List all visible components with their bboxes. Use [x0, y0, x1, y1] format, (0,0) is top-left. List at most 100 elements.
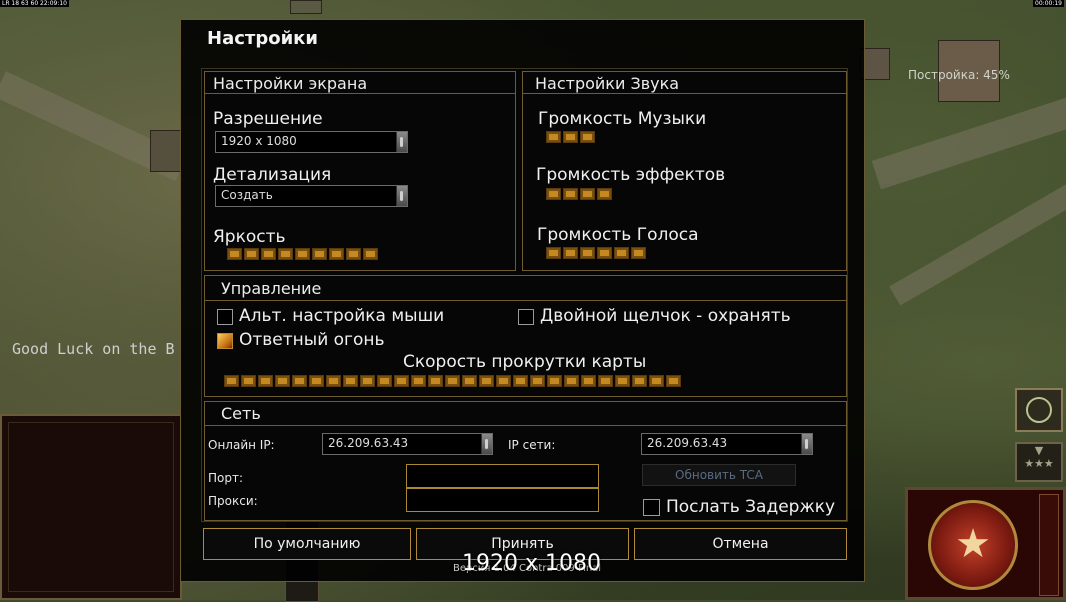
slider-segment — [326, 375, 341, 387]
lan-ip-select[interactable]: 26.209.63.43 — [641, 433, 813, 455]
slider-segment — [329, 248, 344, 260]
detail-select[interactable]: Создать — [215, 185, 408, 207]
resolution-label: Разрешение — [213, 109, 323, 129]
slider-segment — [598, 375, 613, 387]
slider-segment — [278, 248, 293, 260]
voice-volume-slider[interactable] — [546, 247, 646, 259]
slider-segment — [614, 247, 629, 259]
online-ip-label: Онлайн IP: — [208, 438, 275, 452]
slider-segment — [343, 375, 358, 387]
scroll-arrow-icon[interactable] — [396, 132, 407, 152]
slider-segment — [597, 188, 612, 200]
send-delay-label: Послать Задержку — [666, 497, 836, 517]
dialog-title: Настройки — [207, 28, 319, 49]
panel-title: Настройки Звука — [535, 74, 680, 93]
slider-segment — [295, 248, 310, 260]
slider-segment — [261, 248, 276, 260]
slider-segment — [632, 375, 647, 387]
chat-message: Good Luck on the B — [12, 340, 175, 358]
slider-segment — [462, 375, 477, 387]
compass-icon — [1026, 397, 1052, 423]
slider-segment — [530, 375, 545, 387]
rank-button[interactable]: ▼ ★★★ — [1015, 442, 1063, 482]
vehicle — [290, 0, 322, 14]
panel-title: Настройки экрана — [213, 74, 368, 93]
scroll-arrow-icon[interactable] — [481, 434, 492, 454]
slider-segment — [445, 375, 460, 387]
proxy-field[interactable] — [406, 488, 599, 512]
slider-segment — [275, 375, 290, 387]
slider-segment — [360, 375, 375, 387]
scroll-arrow-icon[interactable] — [801, 434, 812, 454]
music-volume-label: Громкость Музыки — [538, 109, 707, 129]
lan-ip-value: 26.209.63.43 — [647, 436, 728, 450]
slider-segment — [546, 188, 561, 200]
resolution-value: 1920 x 1080 — [221, 134, 297, 148]
alt-mouse-label: Альт. настройка мыши — [239, 306, 445, 326]
panel-header: Управление — [205, 276, 846, 301]
generals-strip — [1039, 494, 1059, 596]
slider-segment — [394, 375, 409, 387]
fps-counter: LR 18 63 60 22:09:10 — [0, 0, 69, 7]
scroll-speed-slider[interactable] — [224, 375, 681, 387]
slider-segment — [580, 188, 595, 200]
slider-segment — [312, 248, 327, 260]
double-click-guard-checkbox[interactable] — [518, 309, 534, 325]
alt-mouse-checkbox[interactable] — [217, 309, 233, 325]
detail-label: Детализация — [213, 165, 332, 185]
effects-volume-label: Громкость эффектов — [536, 165, 726, 185]
effects-volume-slider[interactable] — [546, 188, 612, 200]
faction-emblem: ★ — [928, 500, 1018, 590]
chevron-down-icon: ▼ — [1034, 444, 1044, 457]
lan-ip-label: IP сети: — [508, 438, 556, 452]
radar-toggle-button[interactable] — [1015, 388, 1063, 432]
slider-segment — [346, 248, 361, 260]
slider-segment — [513, 375, 528, 387]
slider-segment — [546, 247, 561, 259]
slider-segment — [241, 375, 256, 387]
slider-segment — [597, 247, 612, 259]
update-tca-button[interactable]: Обновить TCA — [642, 464, 796, 486]
star-icon: ★ — [955, 521, 991, 567]
slider-segment — [258, 375, 273, 387]
online-ip-select[interactable]: 26.209.63.43 — [322, 433, 493, 455]
music-volume-slider[interactable] — [546, 131, 595, 143]
send-delay-checkbox[interactable] — [643, 499, 660, 516]
proxy-label: Прокси: — [208, 494, 258, 508]
slider-segment — [227, 248, 242, 260]
slider-segment — [666, 375, 681, 387]
brightness-slider[interactable] — [227, 248, 378, 260]
cancel-button[interactable]: Отмена — [634, 528, 847, 560]
options-body: Настройки экрана Разрешение 1920 x 1080 … — [201, 68, 848, 522]
faction-panel: ★ — [905, 487, 1066, 600]
panel-header: Настройки экрана — [205, 72, 515, 94]
stars-icon: ★★★ — [1024, 457, 1054, 470]
port-field[interactable] — [406, 464, 599, 488]
return-fire-checkbox[interactable] — [217, 333, 233, 349]
slider-segment — [563, 247, 578, 259]
scroll-speed-label: Скорость прокрутки карты — [403, 352, 647, 372]
radar-panel[interactable] — [0, 414, 182, 600]
online-ip-value: 26.209.63.43 — [328, 436, 409, 450]
slider-segment — [244, 248, 259, 260]
slider-segment — [615, 375, 630, 387]
slider-segment — [563, 131, 578, 143]
resolution-overlay: 1920 x 1080 — [462, 551, 601, 576]
slider-segment — [563, 188, 578, 200]
scroll-arrow-icon[interactable] — [396, 186, 407, 206]
slider-segment — [580, 247, 595, 259]
voice-volume-label: Громкость Голоса — [537, 225, 699, 245]
slider-segment — [631, 247, 646, 259]
panel-header: Настройки Звука — [523, 72, 846, 94]
slider-segment — [580, 131, 595, 143]
resolution-select[interactable]: 1920 x 1080 — [215, 131, 408, 153]
default-button[interactable]: По умолчанию — [203, 528, 411, 560]
detail-value: Создать — [221, 188, 273, 202]
brightness-label: Яркость — [213, 227, 286, 247]
slider-segment — [564, 375, 579, 387]
slider-segment — [292, 375, 307, 387]
sound-settings-panel: Настройки Звука Громкость Музыки Громкос… — [522, 71, 847, 271]
slider-segment — [649, 375, 664, 387]
return-fire-label: Ответный огонь — [239, 330, 385, 350]
panel-header: Сеть — [205, 402, 846, 426]
